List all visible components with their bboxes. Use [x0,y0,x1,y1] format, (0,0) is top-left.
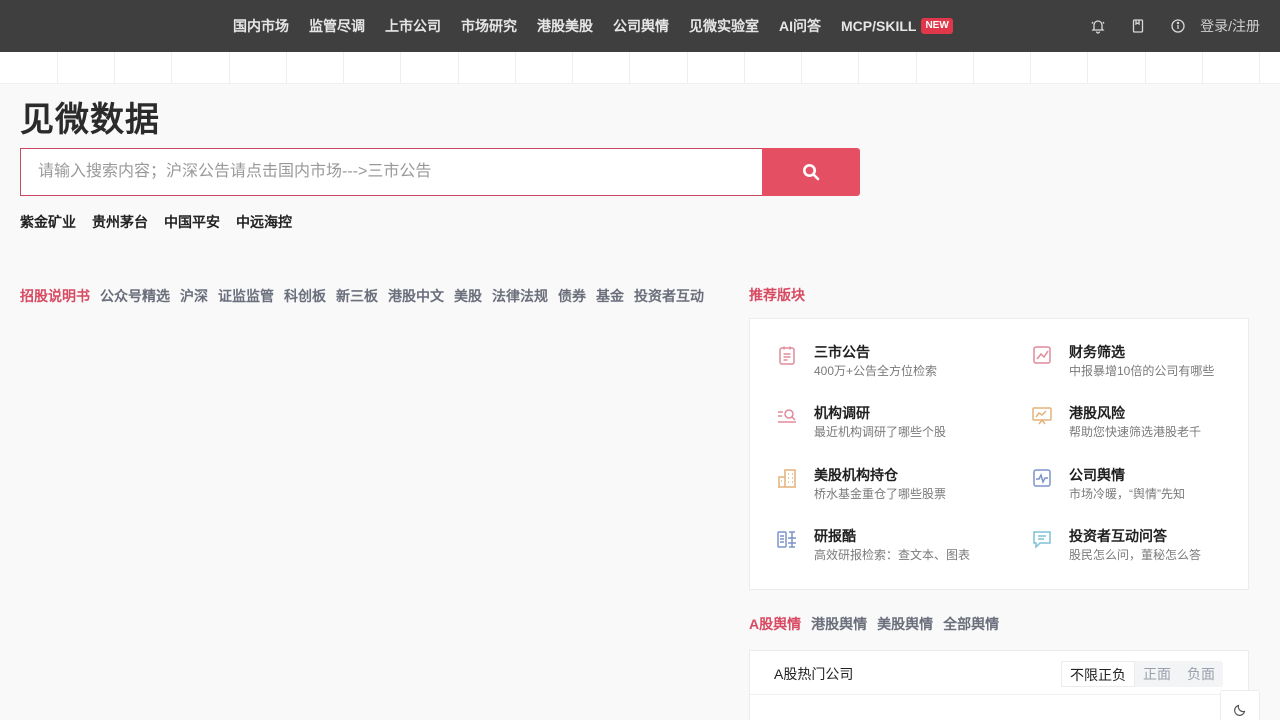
rec-item-title: 财务筛选 [1069,344,1125,360]
chart-trend-icon [1033,346,1051,364]
rec-item-title: 公司舆情 [1069,467,1125,483]
bell-icon[interactable] [1078,0,1118,52]
tab-bonds[interactable]: 债券 [558,286,586,306]
info-icon[interactable] [1158,0,1198,52]
rec-item-title: 三市公告 [814,344,870,360]
mcp-label: MCP/SKILL [841,18,917,34]
nav-item-domestic-market[interactable]: 国内市场 [223,0,299,52]
tab-wechat-picks[interactable]: 公众号精选 [100,286,170,306]
rec-item-us-holdings[interactable]: 美股机构持仓 桥水基金重仓了哪些股票 [776,465,1006,505]
grid-banner [0,52,1280,84]
rec-item-desc: 最近机构调研了哪些个股 [814,425,947,439]
rec-item-desc: 桥水基金重仓了哪些股票 [814,487,947,501]
tab-hk-sentiment[interactable]: 港股舆情 [811,614,867,634]
sentiment-tabs: A股舆情 港股舆情 美股舆情 全部舆情 [749,614,1009,634]
tab-star-market[interactable]: 科创板 [284,286,326,306]
research-search-icon [778,409,796,423]
top-nav: 国内市场 监管尽调 上市公司 市场研究 港股美股 公司舆情 见微实验室 AI问答… [0,0,1280,52]
board-chart-icon [1032,407,1052,425]
rec-item-title: 美股机构持仓 [814,467,898,483]
tab-investor-interaction[interactable]: 投资者互动 [634,286,704,306]
rec-item-announcements[interactable]: 三市公告 400万+公告全方位检索 [776,342,1006,382]
filter-positive[interactable]: 正面 [1135,661,1179,687]
new-badge: NEW [921,18,953,34]
search-input[interactable] [20,148,763,196]
dark-mode-toggle[interactable] [1220,690,1260,720]
tab-neeq[interactable]: 新三板 [336,286,378,306]
search-button[interactable] [762,148,860,196]
rec-item-desc: 市场冷暖，“舆情”先知 [1069,487,1185,501]
nav-item-listed-companies[interactable]: 上市公司 [375,0,451,52]
hot-card-title: A股热门公司 [774,666,854,682]
rec-item-research-reports[interactable]: 研报酷 高效研报检索：查文本、图表 [776,526,1006,566]
building-icon [778,469,796,488]
tab-sh-sz[interactable]: 沪深 [180,286,208,306]
main-menu: 国内市场 监管尽调 上市公司 市场研究 港股美股 公司舆情 见微实验室 AI问答… [223,0,963,52]
tab-a-share-sentiment[interactable]: A股舆情 [749,614,801,634]
nav-right: 登录/注册 [1078,0,1260,52]
hot-card-header: A股热门公司 不限正负 正面 负面 [750,651,1248,695]
rec-item-financial-screen[interactable]: 财务筛选 中报暴增10倍的公司有哪些 [1031,342,1261,382]
nav-item-lab[interactable]: 见微实验室 [679,0,769,52]
tab-csrc[interactable]: 证监监管 [218,286,274,306]
nav-item-hk-us-stocks[interactable]: 港股美股 [527,0,603,52]
recommend-card: 三市公告 400万+公告全方位检索 财务筛选 中报暴增10倍的公司有哪些 机构调… [749,318,1249,590]
nav-item-ai-qa[interactable]: AI问答 [769,0,831,52]
rec-item-investor-qa[interactable]: 投资者互动问答 股民怎么问，董秘怎么答 [1031,526,1261,566]
hot-companies-card: A股热门公司 不限正负 正面 负面 [749,650,1249,720]
hot-company-links: 紫金矿业 贵州茅台 中国平安 中远海控 [20,212,308,232]
hot-company-link[interactable]: 中远海控 [236,212,292,232]
filter-negative[interactable]: 负面 [1179,661,1223,687]
rec-item-desc: 股民怎么问，董秘怎么答 [1069,548,1202,562]
tab-prospectus[interactable]: 招股说明书 [20,286,90,306]
rec-item-title: 投资者互动问答 [1069,528,1167,544]
nav-item-company-sentiment[interactable]: 公司舆情 [603,0,679,52]
rec-item-title: 港股风险 [1069,405,1125,421]
report-icon [777,531,796,548]
nav-item-mcp-skill[interactable]: MCP/SKILL NEW [831,0,963,52]
hot-company-link[interactable]: 贵州茅台 [92,212,148,232]
hot-company-link[interactable]: 紫金矿业 [20,212,76,232]
sentiment-filter: 不限正负 正面 负面 [1061,661,1223,687]
filter-all[interactable]: 不限正负 [1061,661,1135,687]
tab-us-stocks[interactable]: 美股 [454,286,482,306]
rec-item-hk-risk[interactable]: 港股风险 帮助您快速筛选港股老千 [1031,403,1261,443]
category-tabs: 招股说明书 公众号精选 沪深 证监监管 科创板 新三板 港股中文 美股 法律法规… [20,286,714,306]
rec-item-company-sentiment[interactable]: 公司舆情 市场冷暖，“舆情”先知 [1031,465,1261,505]
rec-item-desc: 帮助您快速筛选港股老千 [1069,425,1202,439]
rec-item-desc: 400万+公告全方位检索 [814,364,938,378]
chat-icon [1033,531,1051,549]
search-icon [803,164,820,181]
recommend-section-title: 推荐版块 [749,287,805,303]
tab-funds[interactable]: 基金 [596,286,624,306]
nav-item-regulatory[interactable]: 监管尽调 [299,0,375,52]
bookmark-icon[interactable] [1118,0,1158,52]
rec-item-title: 研报酷 [814,528,856,544]
rec-item-institutional-research[interactable]: 机构调研 最近机构调研了哪些个股 [776,403,1006,443]
rec-item-title: 机构调研 [814,405,870,421]
moon-icon [1234,704,1246,716]
pulse-icon [1033,469,1051,487]
hot-company-link[interactable]: 中国平安 [164,212,220,232]
announcement-icon [779,346,795,365]
tab-hk-chinese[interactable]: 港股中文 [388,286,444,306]
tab-us-sentiment[interactable]: 美股舆情 [877,614,933,634]
rec-item-desc: 中报暴增10倍的公司有哪些 [1069,364,1215,378]
search-bar [20,148,860,196]
tab-all-sentiment[interactable]: 全部舆情 [943,614,999,634]
login-register-link[interactable]: 登录/注册 [1200,16,1260,36]
rec-item-desc: 高效研报检索：查文本、图表 [814,548,971,562]
tab-laws[interactable]: 法律法规 [492,286,548,306]
site-logo: 见微数据 [20,101,160,139]
nav-item-market-research[interactable]: 市场研究 [451,0,527,52]
